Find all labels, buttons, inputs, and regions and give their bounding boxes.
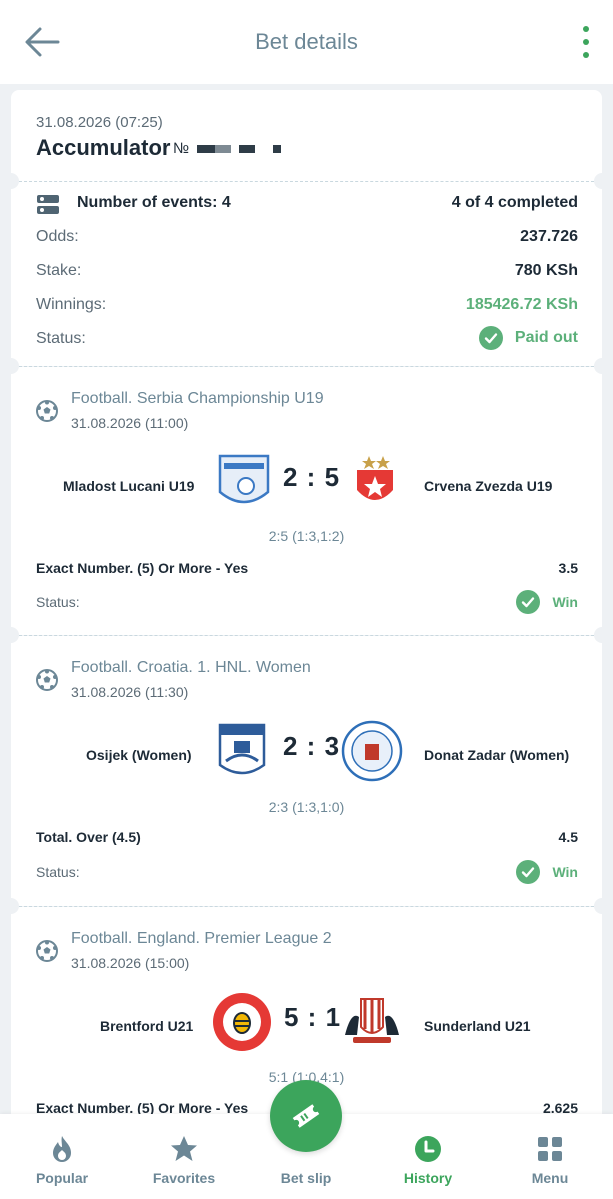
bet-header-panel: 31.08.2026 (07:25) Accumulator № <box>11 90 602 182</box>
top-bar: Bet details <box>0 0 613 84</box>
home-team-logo-icon <box>213 993 271 1051</box>
home-team: Brentford U21 <box>100 1018 194 1034</box>
events-count: Number of events: 4 <box>77 194 231 211</box>
bet-details-content: 31.08.2026 (07:25) Accumulator № Number … <box>11 90 602 1120</box>
status-badge: Paid out <box>478 326 578 350</box>
league-name: Football. Serbia Championship U19 <box>71 390 324 407</box>
divider <box>19 635 594 636</box>
match-datetime: 31.08.2026 (11:00) <box>71 415 189 431</box>
score-breakdown: 2:3 (1:3,1:0) <box>268 799 345 815</box>
stake-value: 780 KSh <box>514 262 578 279</box>
back-arrow-icon[interactable] <box>22 24 62 60</box>
ticket-icon <box>292 1104 320 1128</box>
event-status-label: Status: <box>36 594 80 610</box>
nav-popular-label: Popular <box>35 1170 89 1186</box>
market-name: Total. Over (4.5) <box>36 829 141 845</box>
star-icon <box>171 1136 197 1161</box>
redacted-block <box>197 144 216 153</box>
check-circle-icon <box>516 590 541 614</box>
event-status-badge: Win <box>516 860 578 884</box>
bet-slip-button[interactable] <box>270 1080 342 1152</box>
football-icon <box>36 669 58 691</box>
events-progress: 4 of 4 completed <box>451 194 578 211</box>
event-status-value: Win <box>552 594 578 610</box>
bet-number-prefix: № <box>173 140 190 157</box>
divider <box>19 366 594 367</box>
winnings-value: 185426.72 KSh <box>465 296 578 313</box>
nav-popular[interactable]: Popular <box>12 1114 112 1199</box>
league-name: Football. England. Premier League 2 <box>71 930 332 947</box>
market-name: Exact Number. (5) Or More - Yes <box>36 560 249 576</box>
status-label: Status: <box>36 330 86 347</box>
league-name: Football. Croatia. 1. HNL. Women <box>71 659 311 676</box>
football-icon <box>36 400 58 422</box>
winnings-label: Winnings: <box>36 296 107 313</box>
event-card: Football. Croatia. 1. HNL. Women 31.08.2… <box>11 636 602 906</box>
redacted-block <box>239 144 256 153</box>
away-team: Donat Zadar (Women) <box>424 747 570 763</box>
home-team: Osijek (Women) <box>86 747 192 763</box>
flame-icon <box>53 1136 71 1162</box>
match-score: 2 : 3 <box>283 731 341 761</box>
nav-history[interactable]: History <box>378 1114 478 1199</box>
market-odd: 4.5 <box>558 829 578 845</box>
bet-summary-panel: Number of events: 4 4 of 4 completed Odd… <box>11 182 602 366</box>
stake-label: Stake: <box>36 262 82 279</box>
score-breakdown: 2:5 (1:3,1:2) <box>268 528 345 544</box>
more-options-icon[interactable] <box>579 26 593 58</box>
away-team-logo-icon <box>345 998 399 1043</box>
clock-icon <box>415 1136 441 1162</box>
home-team-logo-icon <box>218 454 270 504</box>
page-title: Bet details <box>255 29 358 54</box>
divider <box>19 906 594 907</box>
grid-menu-icon <box>538 1137 562 1161</box>
match-score: 5 : 1 <box>284 1002 342 1032</box>
market-odd: 3.5 <box>558 560 578 576</box>
event-status-value: Win <box>552 864 578 880</box>
event-card: Football. Serbia Championship U19 31.08.… <box>11 367 602 635</box>
match-score: 2 : 5 <box>283 462 341 492</box>
away-team-logo-icon <box>357 456 393 500</box>
home-team-logo-icon <box>218 723 266 775</box>
bet-number: № <box>173 140 282 157</box>
divider <box>19 181 594 182</box>
event-status-label: Status: <box>36 864 80 880</box>
nav-history-label: History <box>403 1170 453 1186</box>
event-status-badge: Win <box>516 590 578 614</box>
nav-favorites[interactable]: Favorites <box>134 1114 234 1199</box>
odds-value: 237.726 <box>520 228 578 245</box>
match-datetime: 31.08.2026 (15:00) <box>71 955 190 971</box>
redacted-block <box>215 144 232 153</box>
nav-menu-label: Menu <box>531 1170 569 1186</box>
odds-label: Odds: <box>36 228 79 245</box>
away-team-logo-icon <box>341 720 403 782</box>
match-datetime: 31.08.2026 (11:30) <box>71 684 189 700</box>
bet-datetime: 31.08.2026 (07:25) <box>36 114 163 131</box>
football-icon <box>36 940 58 962</box>
bet-type: Accumulator <box>36 135 171 160</box>
away-team: Crvena Zvezda U19 <box>424 478 553 494</box>
status-value: Paid out <box>514 329 578 346</box>
events-list-icon <box>37 195 59 214</box>
check-circle-icon <box>478 326 503 350</box>
nav-betslip-label: Bet slip <box>280 1170 332 1186</box>
redacted-block <box>273 144 282 153</box>
nav-menu[interactable]: Menu <box>500 1114 600 1199</box>
away-team: Sunderland U21 <box>424 1018 531 1034</box>
home-team: Mladost Lucani U19 <box>63 478 195 494</box>
nav-favorites-label: Favorites <box>152 1170 216 1186</box>
check-circle-icon <box>516 860 541 884</box>
